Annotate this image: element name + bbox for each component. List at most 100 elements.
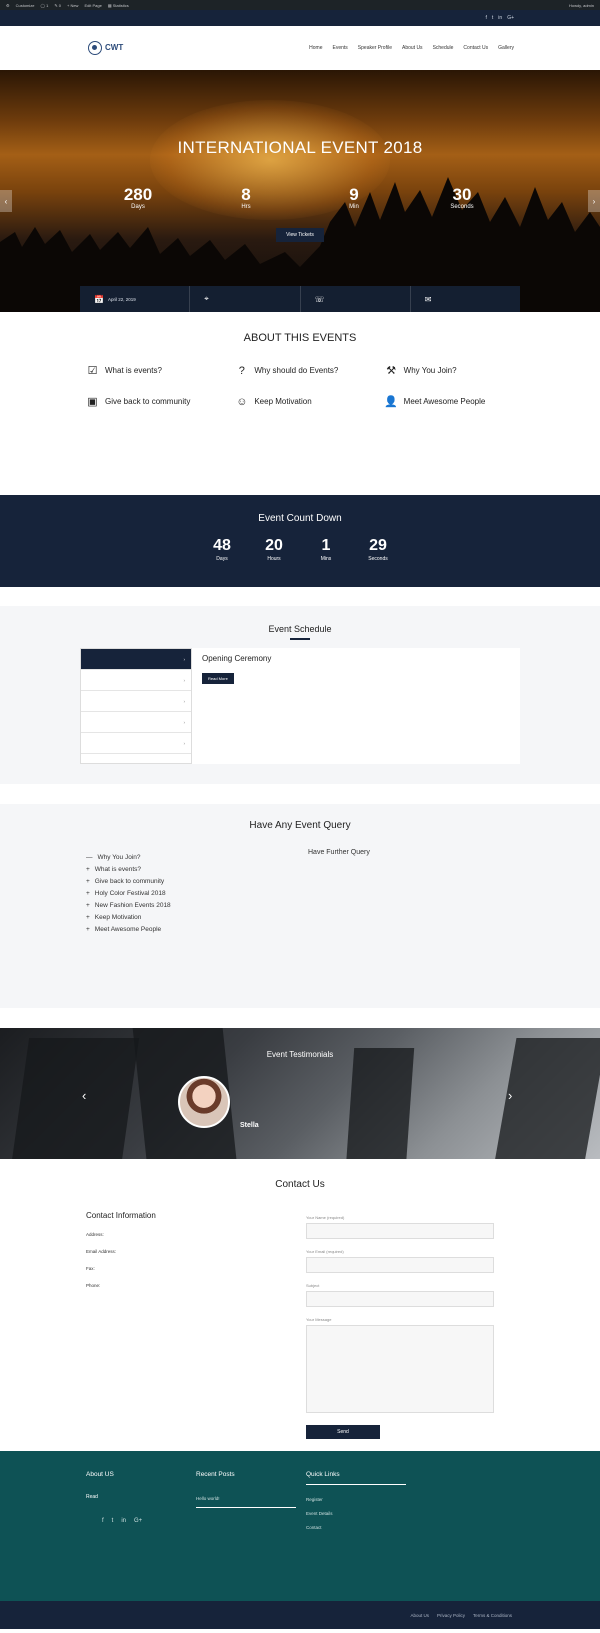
phone-icon: ☏ [314,294,325,304]
site-header: CWT Home Events Speaker Profile About Us… [0,26,600,70]
hero-count-mins: 9 Min [349,185,359,211]
faq-item-open[interactable]: — Why You Join? [86,854,294,861]
top-bar: f t in G+ [0,10,600,26]
nav-home[interactable]: Home [309,45,322,51]
subject-field[interactable] [306,1291,494,1307]
wp-item[interactable]: ✎ 0 [54,3,61,8]
faq-item[interactable]: + Keep Motivation [86,914,294,921]
quick-link[interactable]: Register [306,1497,406,1502]
address-label: Address: [86,1232,104,1237]
site-footer: About US Read f t in G+ Recent Posts Hel… [0,1451,600,1601]
read-more-button[interactable]: Read More [202,673,234,684]
message-field[interactable] [306,1325,494,1413]
view-tickets-button[interactable]: View Tickets [276,228,324,242]
wp-item[interactable]: ⚙ [6,3,10,8]
wp-item[interactable]: ▦ Statistics [108,3,129,8]
wp-item[interactable]: ◯ 1 [41,3,49,8]
plus-icon: + [86,890,90,897]
fax-label: Fax: [86,1266,95,1271]
site-logo[interactable]: CWT [88,41,123,55]
message-label: Your Message [306,1317,332,1322]
nav-events[interactable]: Events [333,45,348,51]
logo-mark-icon [88,41,102,55]
faq-item[interactable]: + Meet Awesome People [86,926,294,933]
twitter-icon[interactable]: t [492,15,493,21]
nav-schedule[interactable]: Schedule [433,45,454,51]
recent-post-link[interactable]: Hello world! [196,1496,296,1501]
testimonial-prev-icon[interactable]: ‹ [82,1088,86,1103]
nav-speaker[interactable]: Speaker Profile [358,45,392,51]
footer-quick-title: Quick Links [306,1471,340,1478]
copyright-bar: About Us Privacy Policy Terms & Conditio… [0,1601,600,1629]
wp-item[interactable]: Customize [16,3,35,8]
schedule-tab[interactable]: › [81,691,191,712]
email-field[interactable] [306,1257,494,1273]
countdown-section: Event Count Down 48 Days 20 Hours 1 Mins 29… [0,495,600,587]
tools-icon: ⚒ [386,365,397,377]
schedule-tab[interactable]: › [81,733,191,754]
hero-count-secs: 30 Seconds [450,185,474,211]
phone-label: Phone: [86,1283,101,1288]
contact-form: Your Name (required) Your Email (require… [306,1211,494,1439]
hero-count-hours: 8 Hrs [241,185,251,211]
faq-item[interactable]: + New Fashion Events 2018 [86,902,294,909]
slider-next-icon[interactable]: › [588,190,600,212]
contact-info: Contact Information Address: Email Addre… [86,1211,286,1292]
schedule-tab[interactable]: › [81,670,191,691]
plus-icon: + [86,902,90,909]
testimonial-name: Stella [240,1122,259,1129]
quick-link[interactable]: Event Details [306,1511,406,1516]
twitter-icon[interactable]: t [112,1518,114,1524]
faq-item[interactable]: + Give back to community [86,878,294,885]
send-button[interactable]: Send [306,1425,380,1439]
footer-about-title: About US [86,1471,114,1478]
faq-item[interactable]: + What is events? [86,866,294,873]
name-field[interactable] [306,1223,494,1239]
footer-social: f t in G+ [102,1518,186,1524]
slider-prev-icon[interactable]: ‹ [0,190,12,212]
wp-item[interactable]: Edit Page [84,3,101,8]
further-query-title: Have Further Query [308,849,370,856]
quick-link[interactable]: Contact [306,1525,406,1530]
testimonial-next-icon[interactable]: › [508,1088,512,1103]
footer-about: About US Read f t in G+ [86,1471,186,1524]
schedule-tab[interactable]: › [81,649,191,670]
google-plus-icon[interactable]: G+ [507,15,514,21]
feature-item: ☑ What is events? [87,365,162,377]
schedule-tab[interactable]: › [81,712,191,733]
hero-banner: INTERNATIONAL EVENT 2018 280 Days 8 Hrs 9M… [0,70,600,312]
about-section: ABOUT THIS EVENTS ☑ What is events? ? Why … [0,312,600,495]
facebook-icon[interactable]: f [102,1518,104,1524]
countdown-title: Event Count Down [258,513,342,524]
about-title: ABOUT THIS EVENTS [243,332,357,344]
nav-contact[interactable]: Contact Us [463,45,488,51]
email-field-label: Your Email (required) [306,1249,344,1254]
wp-howdy[interactable]: Howdy, admin [569,3,594,8]
footer-link-terms[interactable]: Terms & Conditions [473,1613,512,1618]
chevron-right-icon: › [183,740,186,746]
avatar [178,1076,230,1128]
facebook-icon[interactable]: f [486,15,487,21]
feature-item: ⚒ Why You Join? [386,365,457,377]
countdown-days: 48 Days [213,537,231,563]
countdown-secs: 29 Seconds [368,537,388,563]
further-query: Have Further Query [308,849,370,933]
info-email: ✉ [411,286,520,312]
footer-link-about[interactable]: About Us [410,1613,429,1618]
chevron-right-icon: › [183,719,186,725]
contact-section: Contact Us Contact Information Address: … [0,1159,600,1451]
main-nav: Home Events Speaker Profile About Us Sch… [309,45,514,51]
google-plus-icon[interactable]: G+ [134,1518,142,1524]
nav-gallery[interactable]: Gallery [498,45,514,51]
footer-read-link[interactable]: Read [86,1494,186,1500]
linkedin-icon[interactable]: in [121,1518,126,1524]
chevron-right-icon: › [183,656,186,662]
wp-item[interactable]: + New [67,3,78,8]
faq-item[interactable]: + Holy Color Festival 2018 [86,890,294,897]
footer-recent-title: Recent Posts [196,1471,235,1478]
footer-link-privacy[interactable]: Privacy Policy [437,1613,465,1618]
schedule-tabs: › › › › › [80,648,192,764]
linkedin-icon[interactable]: in [498,15,502,21]
nav-about[interactable]: About Us [402,45,423,51]
testimonials-section: Event Testimonials Stella ‹ › [0,1028,600,1159]
